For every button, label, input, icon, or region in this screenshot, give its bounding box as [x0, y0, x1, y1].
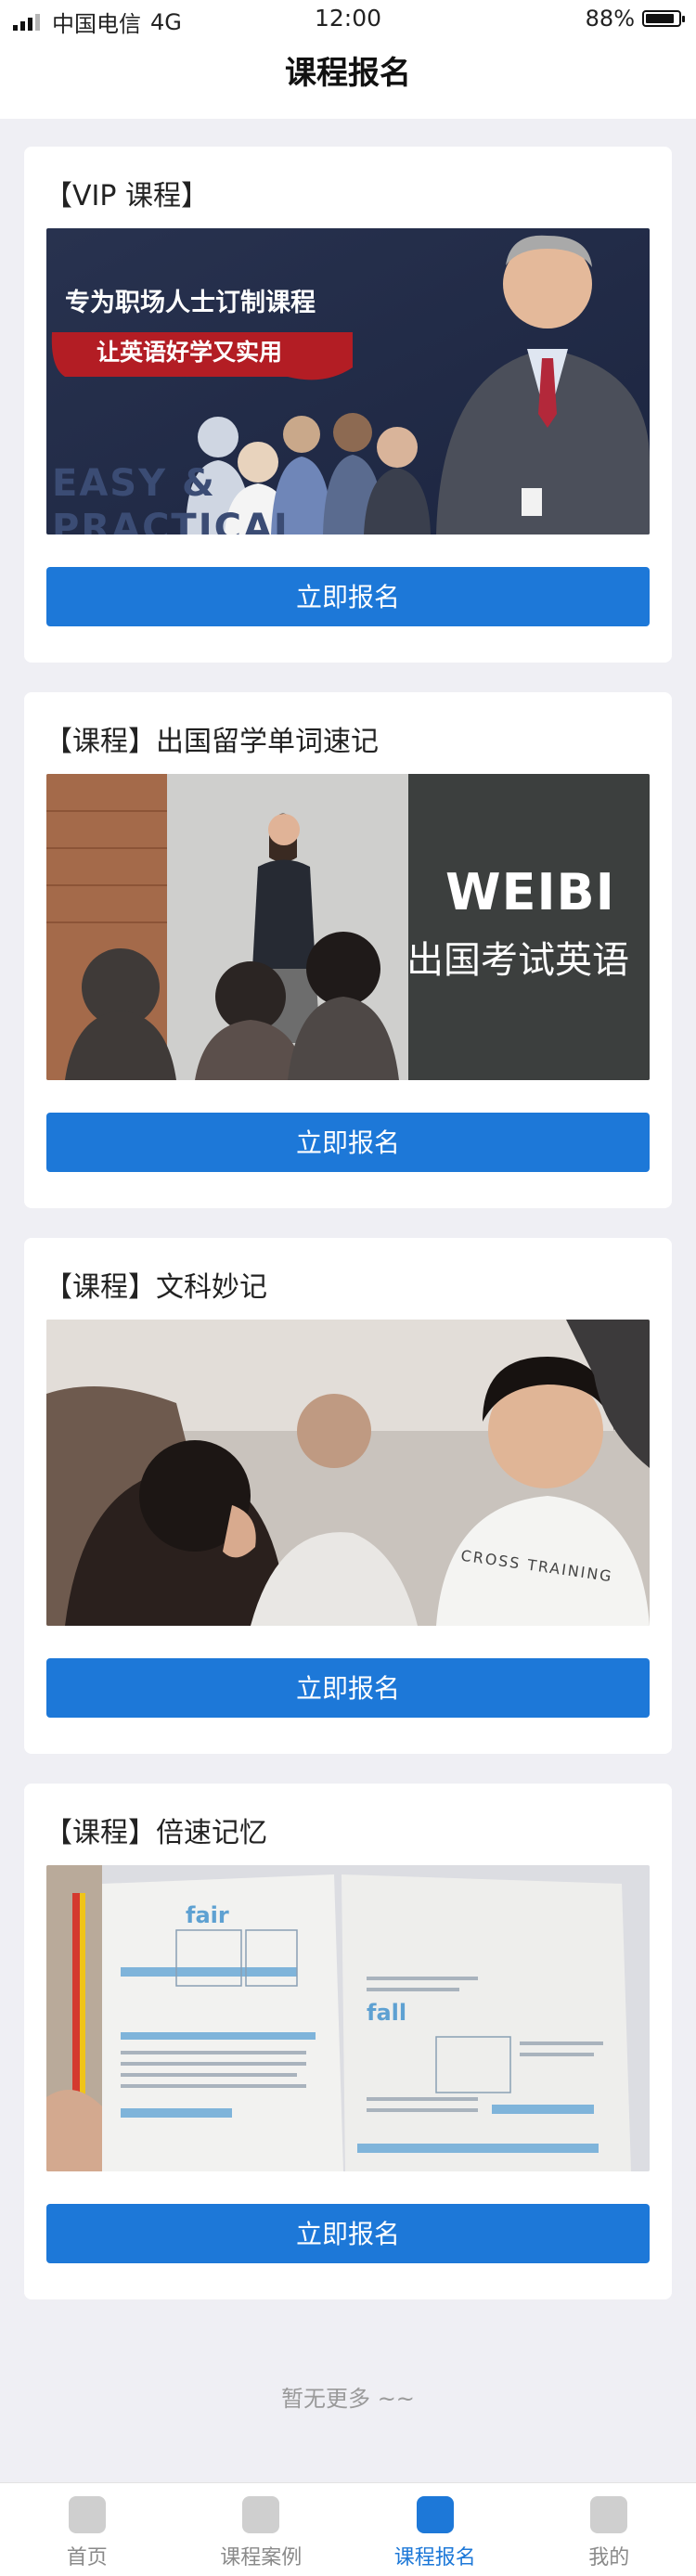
home-icon [69, 2496, 106, 2533]
enroll-button[interactable]: 立即报名 [46, 1113, 650, 1172]
course-banner-image[interactable]: CROSS TRAINING [46, 1320, 650, 1626]
course-title: 【VIP 课程】 [45, 173, 209, 213]
course-title: 【课程】倍速记忆 [45, 1810, 267, 1850]
banner-word-1: fair [186, 1902, 229, 1928]
status-bar: 中国电信 4G 12:00 88% [0, 0, 696, 39]
course-banner-image[interactable]: WEIBI 出国考试英语 [46, 774, 650, 1080]
tab-label: 我的 [588, 2541, 629, 2570]
enroll-button[interactable]: 立即报名 [46, 2204, 650, 2263]
banner-subline: 让英语好学又实用 [97, 334, 282, 367]
course-card-vip: 【VIP 课程】 专为 [24, 147, 672, 663]
tab-course-cases[interactable]: 课程案例 [174, 2483, 349, 2576]
tab-label: 首页 [67, 2541, 108, 2570]
course-banner-image[interactable]: fair fall [46, 1865, 650, 2171]
course-banner-image[interactable]: 专为职场人士订制课程 让英语好学又实用 EASY & PRACTICAL [46, 228, 650, 535]
enroll-button[interactable]: 立即报名 [46, 567, 650, 626]
course-card-liberal-arts: 【课程】文科妙记 CROSS TRAINING 立即报名 [24, 1238, 672, 1754]
profile-icon [590, 2496, 627, 2533]
battery-icon [642, 10, 681, 27]
tab-home[interactable]: 首页 [0, 2483, 174, 2576]
no-more-hint: 暂无更多 ~~ [0, 2380, 696, 2413]
tab-bar: 首页 课程案例 课程报名 我的 [0, 2482, 696, 2576]
banner-subline: 出国考试英语 [406, 930, 629, 984]
page-title: 课程报名 [0, 39, 696, 119]
course-title: 【课程】出国留学单词速记 [45, 718, 379, 759]
banner-headline: 专为职场人士订制课程 [65, 282, 316, 318]
enroll-button[interactable]: 立即报名 [46, 1658, 650, 1718]
course-card-speed-memory: 【课程】倍速记忆 [24, 1784, 672, 2299]
tab-label: 课程案例 [220, 2541, 302, 2570]
banner-watermark-2: PRACTICAL [52, 507, 299, 535]
tab-course-enroll[interactable]: 课程报名 [348, 2483, 522, 2576]
enroll-icon [417, 2496, 454, 2533]
tab-mine[interactable]: 我的 [522, 2483, 696, 2576]
tab-label: 课程报名 [394, 2541, 476, 2570]
course-card-study-abroad: 【课程】出国留学单词速记 WEIBI 出国考试英语 立即报名 [24, 692, 672, 1208]
banner-watermark-1: EASY & [52, 462, 216, 505]
status-right: 88% [586, 6, 681, 32]
course-title: 【课程】文科妙记 [45, 1264, 267, 1305]
cases-icon [242, 2496, 279, 2533]
banner-word-2: fall [367, 2000, 406, 2026]
banner-brand: WEIBI [445, 863, 615, 921]
battery-percent: 88% [586, 6, 635, 32]
